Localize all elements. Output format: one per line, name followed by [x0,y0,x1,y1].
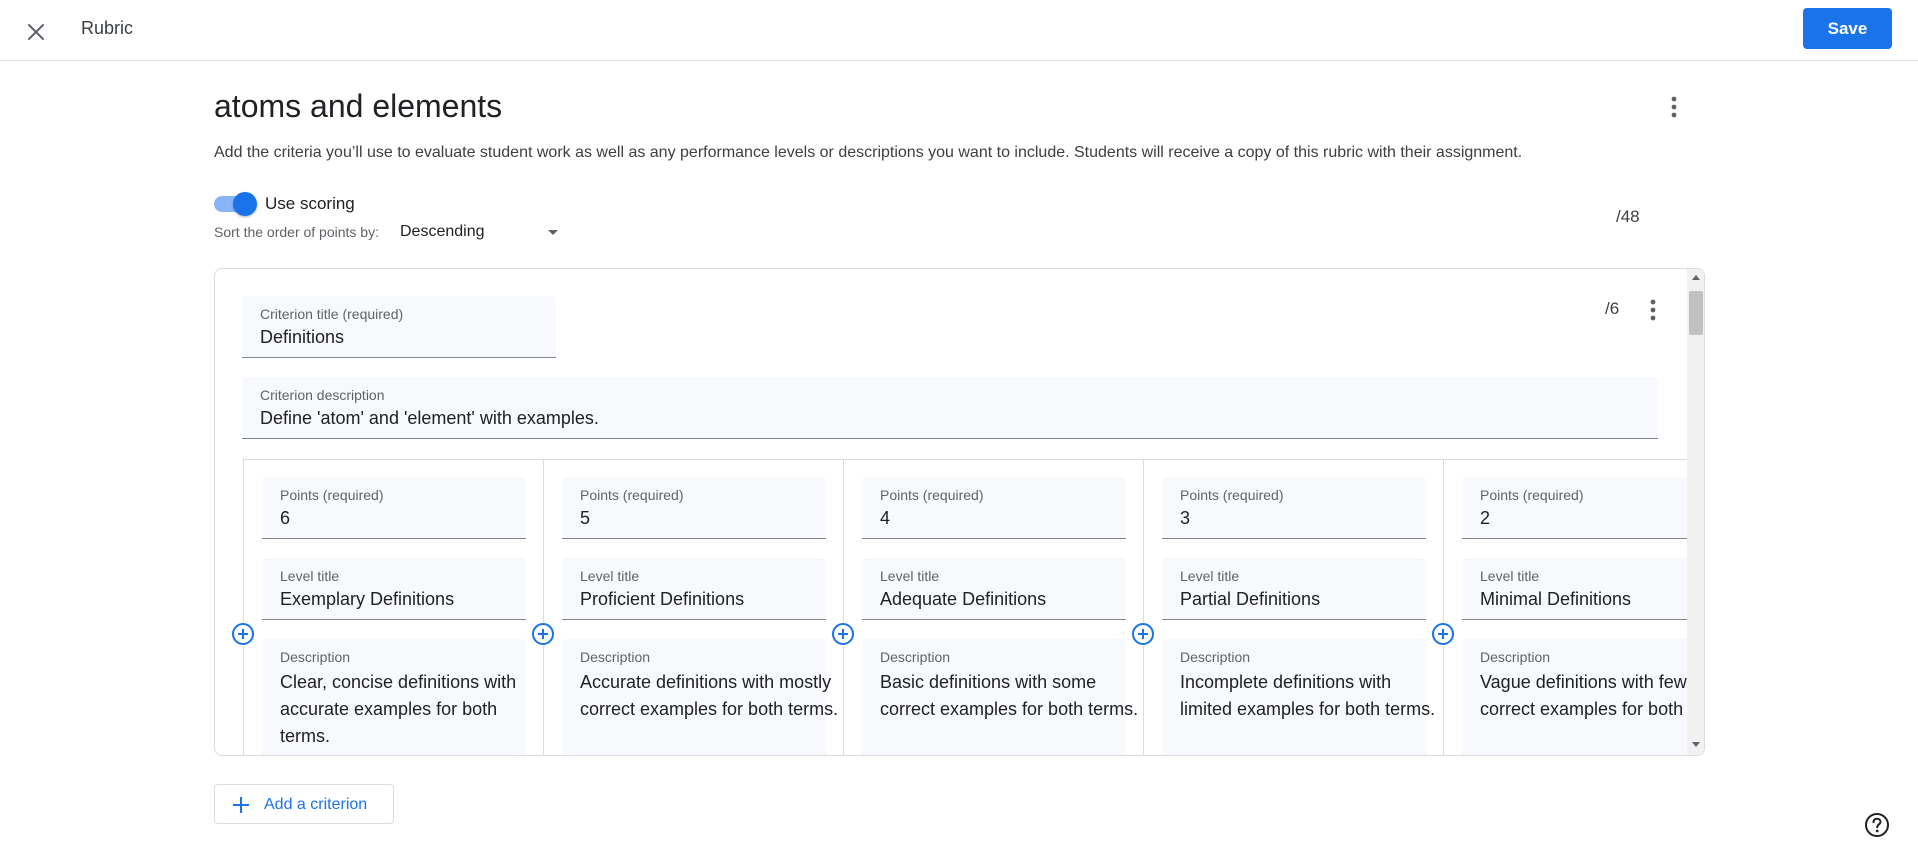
level-points-value: 5 [580,508,591,528]
criterion-title-label: Criterion title (required) [260,306,404,322]
level-title-label: Level title [280,568,340,584]
level-card: Points (required) 5 Level title Proficie… [544,460,844,755]
level-points-label: Points (required) [1480,487,1584,503]
add-criterion-button[interactable]: Add a criterion [214,784,394,824]
level-points-field[interactable]: Points (required) 5 [562,477,826,539]
save-button[interactable]: Save [1803,8,1892,49]
close-button[interactable] [21,17,51,47]
criterion-more-button[interactable] [1638,295,1668,325]
levels-row: Points (required) 6 Level title Exemplar… [243,459,1687,755]
level-title-field[interactable]: Level title Partial Definitions [1162,558,1426,620]
level-title-value: Exemplary Definitions [280,589,455,609]
level-title-field[interactable]: Level title Exemplary Definitions [262,558,526,620]
level-description-field[interactable]: Description Basic definitions with some … [862,639,1138,755]
criterion-description-field[interactable]: Criterion description Define 'atom' and … [242,377,1658,439]
level-description-field[interactable]: Description Accurate definitions with mo… [562,639,838,755]
criterion-title-field[interactable]: Criterion title (required) Definitions [242,296,556,358]
help-button[interactable] [1864,812,1890,838]
level-description-field[interactable]: Description Vague definitions with few c… [1462,639,1687,755]
level-description-value: Incomplete definitions with limited exam… [1180,672,1436,719]
level-points-value: 4 [880,508,891,528]
plus-icon [233,797,249,813]
level-card: Points (required) 6 Level title Exemplar… [244,460,544,755]
scroll-down-arrow-icon[interactable] [1692,742,1700,747]
level-title-value: Adequate Definitions [880,589,1047,609]
add-circle-icon [1432,623,1454,645]
add-level-button[interactable] [1431,622,1455,646]
criterion-description-value: Define 'atom' and 'element' with example… [260,408,599,428]
criterion-title-value: Definitions [260,327,345,347]
level-description-value: Basic definitions with some correct exam… [880,672,1139,719]
level-points-field[interactable]: Points (required) 4 [862,477,1126,539]
add-level-button[interactable] [831,622,855,646]
level-points-field[interactable]: Points (required) 3 [1162,477,1426,539]
add-circle-icon [532,623,554,645]
level-points-value: 3 [1180,508,1191,528]
level-title-value: Minimal Definitions [1480,589,1632,609]
level-title-field[interactable]: Level title Minimal Definitions [1462,558,1687,620]
use-scoring-label: Use scoring [265,194,355,213]
level-points-label: Points (required) [1180,487,1284,503]
add-level-button[interactable] [231,622,255,646]
sort-order-select[interactable]: Descending [400,220,564,244]
criterion-content: Criterion title (required) Definitions /… [215,269,1687,755]
add-circle-icon [832,623,854,645]
rubric-title[interactable]: atoms and elements [214,86,502,126]
add-circle-icon [1132,623,1154,645]
dropdown-arrow-icon [548,230,558,235]
level-title-field[interactable]: Level title Adequate Definitions [862,558,1126,620]
level-points-field[interactable]: Points (required) 6 [262,477,526,539]
level-description-label: Description [1180,649,1251,665]
level-title-value: Partial Definitions [1180,589,1321,609]
scroll-up-arrow-icon[interactable] [1692,275,1700,280]
toggle-thumb [233,192,257,216]
sort-order-value: Descending [400,223,485,240]
level-description-field[interactable]: Description Clear, concise definitions w… [262,639,526,755]
level-card: Points (required) 3 Level title Partial … [1144,460,1444,755]
add-level-button[interactable] [1131,622,1155,646]
rubric-instructions: Add the criteria you’ll use to evaluate … [214,144,1523,161]
level-points-field[interactable]: Points (required) 2 [1462,477,1687,539]
level-title-label: Level title [880,568,940,584]
close-icon [28,24,44,40]
criterion-scrollbar[interactable] [1687,269,1704,755]
level-description-value: Vague definitions with few correct examp… [1480,672,1687,719]
top-bar: Rubric Save [0,0,1918,61]
more-vert-icon [1650,299,1656,321]
level-title-value: Proficient Definitions [580,589,745,609]
level-description-label: Description [880,649,951,665]
level-description-value: Clear, concise definitions with accurate… [280,672,517,746]
add-circle-icon [232,623,254,645]
rubric-more-button[interactable] [1659,92,1689,122]
level-description-label: Description [580,649,651,665]
level-points-value: 6 [280,508,291,528]
more-vert-icon [1671,96,1677,118]
level-description-label: Description [280,649,351,665]
level-title-label: Level title [1480,568,1540,584]
level-title-label: Level title [1180,568,1240,584]
use-scoring-toggle[interactable] [214,192,257,216]
add-criterion-label: Add a criterion [264,796,368,813]
level-title-label: Level title [580,568,640,584]
level-points-label: Points (required) [280,487,384,503]
level-card: Points (required) 2 Level title Minimal … [1444,460,1687,755]
sort-order-label: Sort the order of points by: [214,224,379,240]
criterion-points: /6 [1605,299,1620,318]
criterion-description-label: Criterion description [260,387,385,403]
scrollbar-thumb[interactable] [1689,291,1703,335]
criterion-card: Criterion title (required) Definitions /… [214,268,1705,756]
level-description-value: Accurate definitions with mostly correct… [580,672,839,719]
add-level-button[interactable] [531,622,555,646]
level-title-field[interactable]: Level title Proficient Definitions [562,558,826,620]
level-points-value: 2 [1480,508,1491,528]
total-points: /48 [1616,207,1640,226]
help-icon [1865,813,1889,837]
level-card: Points (required) 4 Level title Adequate… [844,460,1144,755]
level-points-label: Points (required) [580,487,684,503]
level-description-field[interactable]: Description Incomplete definitions with … [1162,639,1435,755]
level-description-label: Description [1480,649,1551,665]
app-title: Rubric [81,18,134,38]
level-points-label: Points (required) [880,487,984,503]
